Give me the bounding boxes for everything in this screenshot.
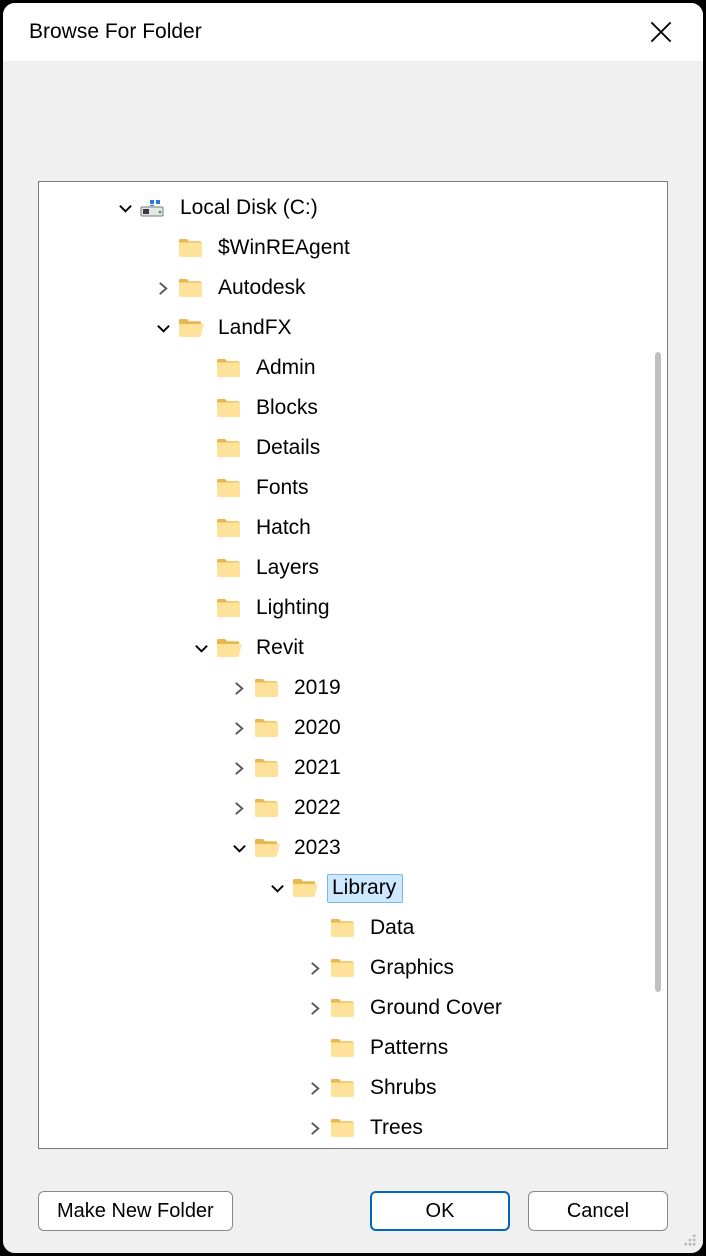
tree-item[interactable]: Ground Cover: [41, 988, 667, 1028]
tree-item-label[interactable]: Layers: [251, 554, 326, 583]
folder-icon: [177, 234, 205, 262]
folder-icon: [253, 794, 281, 822]
tree-item[interactable]: Patterns: [41, 1028, 667, 1068]
tree-item-label[interactable]: 2021: [289, 754, 348, 783]
tree-item[interactable]: Blocks: [41, 388, 667, 428]
resize-grip-icon[interactable]: [683, 1233, 697, 1247]
chevron-down-icon[interactable]: [149, 314, 177, 342]
tree-item-label[interactable]: Admin: [251, 354, 323, 383]
tree-item[interactable]: $WinREAgent: [41, 228, 667, 268]
tree-item[interactable]: Shrubs: [41, 1068, 667, 1108]
browse-for-folder-dialog: Browse For Folder Local Disk (C:) $WinREA…: [3, 3, 703, 1253]
tree-scrollbar[interactable]: [655, 352, 661, 992]
titlebar: Browse For Folder: [3, 3, 703, 61]
chevron-right-icon[interactable]: [301, 954, 329, 982]
folder-icon: [329, 1034, 357, 1062]
tree-item[interactable]: Fonts: [41, 468, 667, 508]
folder-icon: [329, 954, 357, 982]
chevron-down-icon[interactable]: [225, 834, 253, 862]
close-icon: [650, 21, 672, 43]
dialog-footer: Make New Folder OK Cancel: [3, 1179, 703, 1253]
dialog-title: Browse For Folder: [29, 20, 202, 44]
chevron-down-icon[interactable]: [111, 194, 139, 222]
tree-item-label[interactable]: LandFX: [213, 314, 299, 343]
folder-icon: [329, 994, 357, 1022]
chevron-right-icon[interactable]: [301, 1074, 329, 1102]
tree-item[interactable]: 2020: [41, 708, 667, 748]
chevron-down-icon[interactable]: [263, 874, 291, 902]
tree-item-label[interactable]: 2020: [289, 714, 348, 743]
chevron-right-icon[interactable]: [225, 714, 253, 742]
tree-item-label[interactable]: Data: [365, 914, 421, 943]
folder-open-icon: [291, 874, 319, 902]
folder-icon: [215, 554, 243, 582]
folder-icon: [253, 714, 281, 742]
folder-icon: [253, 754, 281, 782]
folder-icon: [215, 394, 243, 422]
tree-item[interactable]: Lighting: [41, 588, 667, 628]
chevron-right-icon[interactable]: [225, 674, 253, 702]
tree-item[interactable]: Autodesk: [41, 268, 667, 308]
tree-item-label[interactable]: Trees: [365, 1114, 430, 1143]
tree-item-label[interactable]: Fonts: [251, 474, 316, 503]
folder-icon: [329, 1114, 357, 1142]
drive-icon: [139, 194, 167, 222]
tree-item[interactable]: 2022: [41, 788, 667, 828]
folder-icon: [215, 474, 243, 502]
tree-item[interactable]: LandFX: [41, 308, 667, 348]
tree-item-label[interactable]: Local Disk (C:): [175, 194, 325, 223]
tree-item-label[interactable]: 2023: [289, 834, 348, 863]
folder-icon: [253, 674, 281, 702]
tree-item-label[interactable]: Revit: [251, 634, 311, 663]
chevron-right-icon[interactable]: [301, 994, 329, 1022]
tree-item-label[interactable]: Shrubs: [365, 1074, 444, 1103]
folder-icon: [215, 434, 243, 462]
folder-tree[interactable]: Local Disk (C:) $WinREAgent Autodesk LandFX…: [38, 181, 668, 1149]
tree-item[interactable]: Hatch: [41, 508, 667, 548]
folder-open-icon: [253, 834, 281, 862]
chevron-right-icon[interactable]: [225, 754, 253, 782]
chevron-down-icon[interactable]: [187, 634, 215, 662]
tree-item[interactable]: Library: [41, 868, 667, 908]
chevron-right-icon[interactable]: [301, 1114, 329, 1142]
folder-icon: [329, 1074, 357, 1102]
folder-icon: [177, 274, 205, 302]
tree-item[interactable]: 2023: [41, 828, 667, 868]
tree-item[interactable]: 2019: [41, 668, 667, 708]
tree-item[interactable]: Revit: [41, 628, 667, 668]
tree-item-label[interactable]: Autodesk: [213, 274, 313, 303]
cancel-button[interactable]: Cancel: [528, 1191, 668, 1231]
folder-icon: [329, 914, 357, 942]
tree-item-label[interactable]: Graphics: [365, 954, 461, 983]
ok-button[interactable]: OK: [370, 1191, 510, 1231]
tree-item-label[interactable]: Ground Cover: [365, 994, 509, 1023]
chevron-right-icon[interactable]: [149, 274, 177, 302]
chevron-right-icon[interactable]: [225, 794, 253, 822]
folder-open-icon: [215, 634, 243, 662]
tree-item[interactable]: Layers: [41, 548, 667, 588]
tree-item-label[interactable]: $WinREAgent: [213, 234, 357, 263]
folder-icon: [215, 354, 243, 382]
tree-item[interactable]: Details: [41, 428, 667, 468]
tree-item[interactable]: Data: [41, 908, 667, 948]
tree-item-label[interactable]: 2022: [289, 794, 348, 823]
folder-icon: [215, 594, 243, 622]
tree-item-label[interactable]: Hatch: [251, 514, 318, 543]
tree-item-label[interactable]: Blocks: [251, 394, 325, 423]
tree-item[interactable]: Graphics: [41, 948, 667, 988]
close-button[interactable]: [639, 10, 683, 54]
make-new-folder-button[interactable]: Make New Folder: [38, 1191, 233, 1231]
dialog-body: Local Disk (C:) $WinREAgent Autodesk LandFX…: [3, 61, 703, 1179]
tree-item-label[interactable]: Library: [327, 874, 403, 903]
folder-open-icon: [177, 314, 205, 342]
folder-icon: [215, 514, 243, 542]
tree-item[interactable]: Admin: [41, 348, 667, 388]
tree-item-label[interactable]: 2019: [289, 674, 348, 703]
tree-item[interactable]: Trees: [41, 1108, 667, 1148]
tree-item-label[interactable]: Lighting: [251, 594, 337, 623]
tree-item-label[interactable]: Patterns: [365, 1034, 455, 1063]
tree-item[interactable]: 2021: [41, 748, 667, 788]
tree-item[interactable]: Local Disk (C:): [41, 188, 667, 228]
tree-item-label[interactable]: Details: [251, 434, 327, 463]
